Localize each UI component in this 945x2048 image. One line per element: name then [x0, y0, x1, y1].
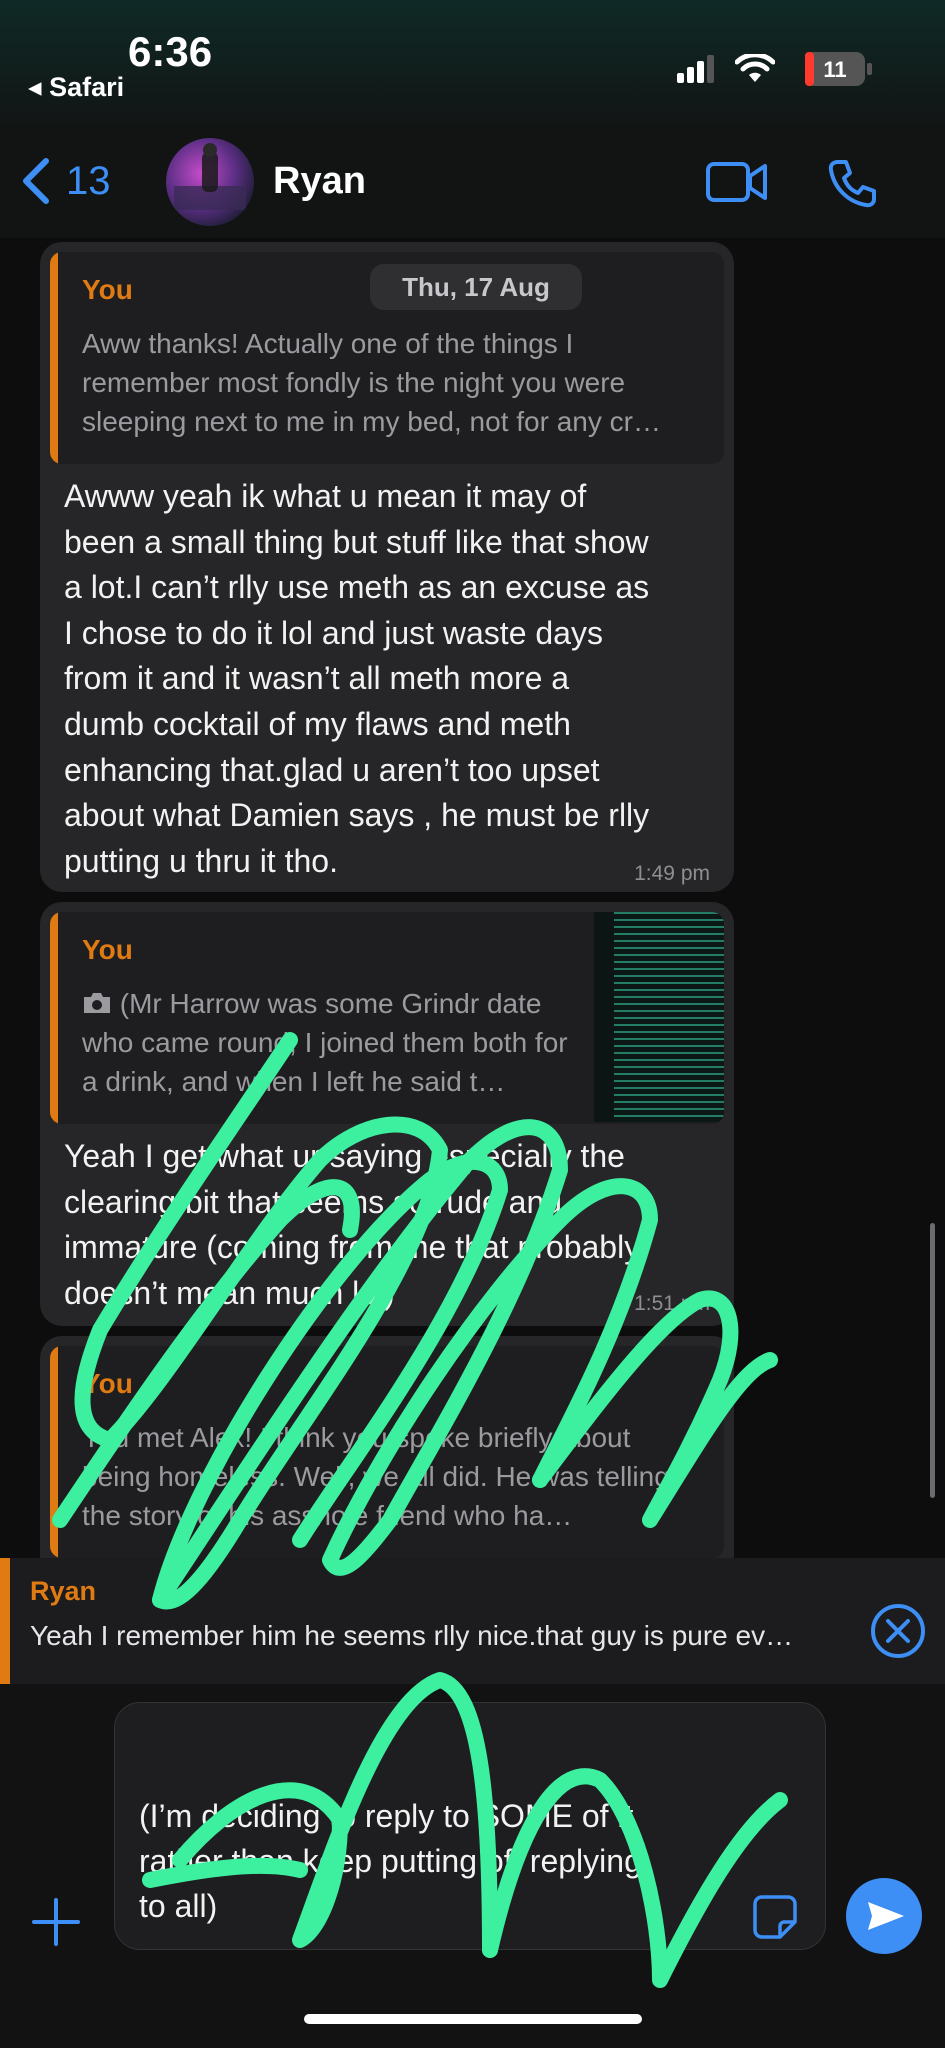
- quoted-message[interactable]: You (Mr Harrow was some Grindr date who …: [50, 912, 724, 1124]
- signal-icon: [677, 55, 714, 83]
- quote-accent: [50, 1346, 58, 1558]
- reply-preview: Ryan Yeah I remember him he seems rlly n…: [0, 1558, 945, 1684]
- message-line: putting u thru it tho.: [64, 842, 338, 879]
- voice-call-button[interactable]: [826, 158, 878, 215]
- message-line: Yeah I get what ur saying especially the: [64, 1138, 625, 1174]
- status-icons: [677, 52, 775, 86]
- message-bubble[interactable]: You (Mr Harrow was some Grindr date who …: [40, 902, 734, 1326]
- avatar[interactable]: [166, 138, 254, 226]
- video-call-icon: [706, 162, 767, 202]
- message-line: from it and it wasn’t all meth more a: [64, 660, 570, 697]
- date-separator: Thu, 17 Aug: [370, 264, 582, 310]
- message-list[interactable]: You Aww thanks! Actually one of the thin…: [0, 238, 945, 1558]
- message-line: doesn’t mean much lol): [64, 1274, 395, 1311]
- quote-text: Aww thanks! Actually one of the things I…: [82, 328, 661, 437]
- input-line: (I’m deciding to reply to SOME of it: [139, 1798, 634, 1834]
- quote-text-content: (Mr Harrow was some Grindr date who came…: [82, 988, 568, 1097]
- message-timestamp: 1:51 pm: [634, 1292, 710, 1315]
- quote-text: You met Alex! I think you spoke briefly …: [82, 1422, 670, 1531]
- reply-accent: [0, 1558, 10, 1684]
- back-to-safari[interactable]: ◂ Safari: [28, 72, 124, 103]
- wifi-icon: [735, 54, 775, 82]
- status-bar: 6:36 ◂ Safari 11: [0, 0, 945, 130]
- video-call-button[interactable]: [705, 160, 769, 209]
- back-button[interactable]: 13: [20, 158, 111, 204]
- send-icon: [868, 1902, 904, 1930]
- back-app-label: Safari: [49, 72, 125, 102]
- message-timestamp: 1:49 pm: [634, 862, 710, 885]
- reply-text: Yeah I remember him he seems rlly nice.t…: [30, 1620, 794, 1651]
- message-line: clearing bit that seems so rude and: [64, 1183, 563, 1220]
- battery-level: 11: [823, 57, 846, 82]
- message-line: about what Damien says , he must be rlly: [64, 797, 650, 834]
- status-time: 6:36: [128, 28, 213, 75]
- message-line: enhancing that.glad u aren’t too upset: [64, 751, 600, 788]
- send-button[interactable]: [846, 1878, 922, 1954]
- chat-header: 13 Ryan: [0, 130, 945, 239]
- message-line: been a small thing but stuff like that s…: [64, 523, 649, 560]
- reply-author: Ryan: [30, 1576, 97, 1606]
- message-line: a lot.I can’t rlly use meth as an excuse…: [64, 569, 650, 606]
- message-input[interactable]: (I’m deciding to reply to SOME of it rat…: [114, 1702, 826, 1950]
- sticker-icon: [753, 1895, 797, 1939]
- contact-name[interactable]: Ryan: [273, 160, 366, 203]
- quote-author: You: [82, 934, 133, 965]
- message-bubble[interactable]: You You met Alex! I think you spoke brie…: [40, 1336, 734, 1558]
- phone-icon: [828, 160, 876, 208]
- quote-text: (Mr Harrow was some Grindr date who came…: [82, 984, 574, 1101]
- close-circle-icon: [871, 1604, 925, 1658]
- attach-button[interactable]: [30, 1896, 82, 1953]
- scrollbar[interactable]: [930, 1223, 935, 1498]
- message-line: I chose to do it lol and just waste days: [64, 614, 603, 651]
- quoted-message[interactable]: You You met Alex! I think you spoke brie…: [50, 1346, 724, 1558]
- input-line: to all): [139, 1888, 218, 1924]
- message-bubble[interactable]: You Aww thanks! Actually one of the thin…: [40, 242, 734, 892]
- home-indicator: [304, 2014, 642, 2024]
- message-line: Awww yeah ik what u mean it may of: [64, 478, 587, 514]
- input-line: rather than keep putting off replying: [139, 1843, 642, 1879]
- quote-accent: [50, 912, 58, 1124]
- sticker-button[interactable]: [752, 1894, 798, 1945]
- message-line: dumb cocktail of my flaws and meth: [64, 705, 571, 742]
- cancel-reply-button[interactable]: [869, 1602, 927, 1665]
- quote-accent: [50, 252, 58, 464]
- camera-icon: [84, 993, 110, 1013]
- message-line: immature (coming from me that probably: [64, 1229, 641, 1266]
- message-text: Awww yeah ik what u mean it may of been …: [64, 474, 710, 884]
- message-input-text[interactable]: (I’m deciding to reply to SOME of it rat…: [139, 1794, 745, 1929]
- back-chevron-icon: [23, 158, 49, 204]
- message-text: Yeah I get what ur saying especially the…: [64, 1134, 710, 1316]
- quote-author: You: [82, 274, 133, 305]
- quoted-image-thumbnail[interactable]: [594, 912, 724, 1122]
- quote-author: You: [82, 1368, 133, 1399]
- plus-icon: [32, 1898, 80, 1946]
- battery-icon: 11: [805, 52, 873, 91]
- unread-count: 13: [66, 158, 111, 203]
